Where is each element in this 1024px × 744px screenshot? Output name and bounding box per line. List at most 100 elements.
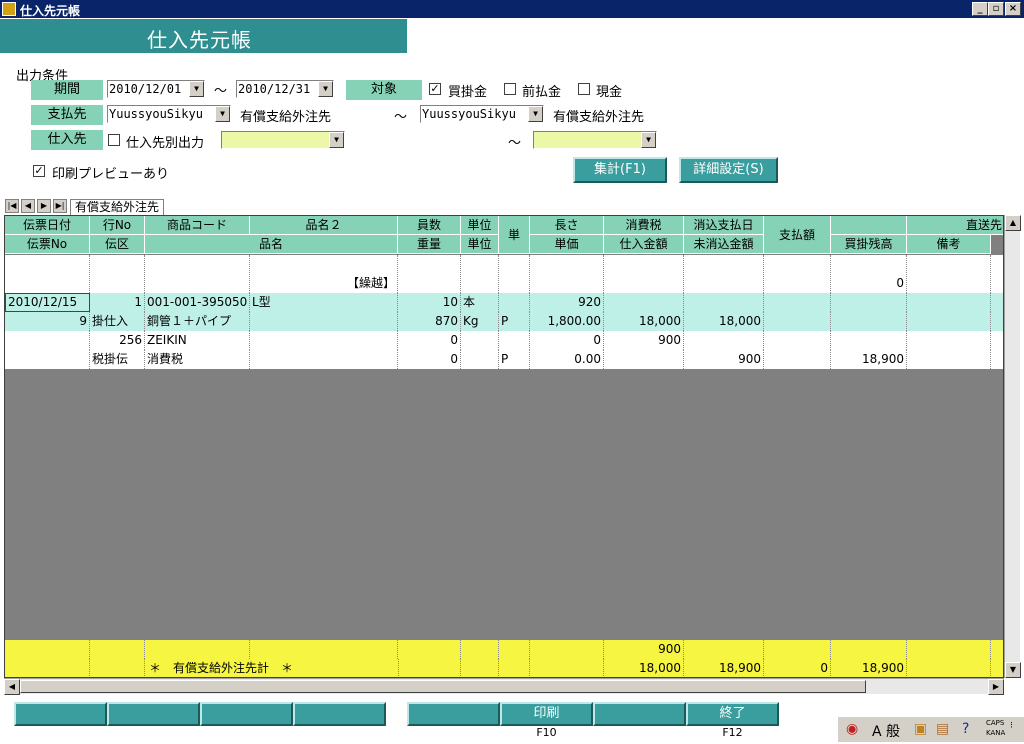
chevron-down-icon[interactable]: ▼	[189, 81, 204, 97]
col-header[interactable]: 消費税	[604, 216, 684, 235]
aggregate-button[interactable]: 集計(F1)	[573, 157, 667, 183]
row-date[interactable]: 2010/12/15	[5, 293, 90, 312]
tab-yuusyou[interactable]: 有償支給外注先	[70, 199, 165, 215]
row-price: 0.00	[530, 350, 604, 369]
table-row[interactable]: 税掛伝 消費税 0 P 0.00 900 18,900	[5, 350, 1003, 369]
payee-from-combo[interactable]: YuussyouSikyu ▼	[107, 105, 231, 123]
print-key-label: F10	[536, 726, 557, 739]
supplier-by-output-checkbox[interactable]	[108, 134, 120, 146]
col-header[interactable]: 員数	[398, 216, 461, 235]
total-tax: 900	[604, 640, 684, 659]
close-button[interactable]: ×	[1005, 2, 1021, 16]
row-amount: 18,000	[604, 312, 684, 331]
col-header[interactable]: 買掛残高	[831, 235, 907, 254]
row-uncleared: 18,000	[684, 312, 764, 331]
total-label: ＊ 有償支給外注先計 ＊	[149, 661, 294, 675]
fkey-7-button[interactable]	[593, 702, 686, 726]
chevron-down-icon[interactable]: ▼	[641, 132, 656, 148]
row-balance	[831, 312, 907, 331]
carry-over-balance: 0	[831, 255, 907, 293]
col-header[interactable]: 消込支払日	[684, 216, 764, 235]
exit-button[interactable]: 終了	[686, 702, 779, 726]
grid-header-row-1: 伝票日付 行No 商品コード 品名２ 員数 単位 単 長さ 消費税 消込支払日 …	[5, 216, 1003, 254]
row-date	[5, 331, 90, 350]
prev-tab-icon[interactable]: ◀	[21, 199, 35, 213]
fkey-2-button[interactable]	[107, 702, 200, 726]
carry-over-label: 【繰越】	[250, 255, 398, 293]
row-slip-type: 掛仕入	[90, 312, 145, 331]
period-to-combo[interactable]: 2010/12/31 ▼	[236, 80, 334, 98]
target-prepaid-checkbox[interactable]	[504, 83, 516, 95]
col-header[interactable]	[831, 216, 907, 235]
chevron-down-icon[interactable]: ▼	[215, 106, 230, 122]
row-code: 001-001-395050	[145, 293, 250, 312]
row-line-no: 1	[90, 293, 145, 312]
row-name: 銅管１＋パイプ	[145, 312, 250, 331]
col-header[interactable]: 長さ	[530, 216, 604, 235]
col-header[interactable]: 重量	[398, 235, 461, 254]
payee-tilde: ～	[394, 110, 408, 125]
grid-header-row-2: 伝票No 伝区 品名 重量 単位 単価 仕入金額 未消込金額 買掛残高 備考	[5, 235, 1003, 254]
col-header[interactable]: 伝票日付	[5, 216, 90, 235]
col-header[interactable]: 仕入金額	[604, 235, 684, 254]
supplier-from-combo[interactable]: ▼	[221, 131, 345, 149]
tray-options-icon[interactable]: ⁝	[1010, 721, 1013, 731]
col-header[interactable]: 行No	[90, 216, 145, 235]
chevron-down-icon[interactable]: ▼	[528, 106, 543, 122]
scroll-left-icon[interactable]: ◀	[4, 679, 20, 695]
ime-icon[interactable]: ◉	[846, 721, 858, 737]
payee-to-combo[interactable]: YuussyouSikyu ▼	[420, 105, 544, 123]
fkey-4-button[interactable]	[293, 702, 386, 726]
restore-button[interactable]: ▫	[988, 2, 1004, 16]
print-preview-checkbox[interactable]: ✓	[33, 165, 45, 177]
carry-over-row[interactable]: 【繰越】 0	[5, 255, 1003, 293]
payee-from-code: YuussyouSikyu	[109, 107, 203, 121]
col-header[interactable]: 伝区	[90, 235, 145, 254]
col-header[interactable]: 伝票No	[5, 235, 90, 254]
col-header[interactable]: 単価	[530, 235, 604, 254]
scroll-up-icon[interactable]: ▲	[1005, 215, 1021, 231]
row-tax: 900	[604, 331, 684, 350]
supplier-to-combo[interactable]: ▼	[533, 131, 657, 149]
fkey-1-button[interactable]	[14, 702, 107, 726]
tools-icon[interactable]: ▤	[936, 721, 949, 737]
row-line-no: 256	[90, 331, 145, 350]
print-button[interactable]: 印刷	[500, 702, 593, 726]
scroll-thumb[interactable]	[20, 680, 866, 693]
row-weight: 0	[398, 350, 461, 369]
row-unit1	[461, 331, 499, 350]
target-ap-checkbox[interactable]: ✓	[429, 83, 441, 95]
period-from-combo[interactable]: 2010/12/01 ▼	[107, 80, 205, 98]
col-header[interactable]: 商品コード	[145, 216, 250, 235]
next-tab-icon[interactable]: ▶	[37, 199, 51, 213]
col-header[interactable]: 単位	[461, 235, 499, 254]
last-tab-icon[interactable]: ▶|	[53, 199, 67, 213]
chevron-down-icon[interactable]: ▼	[329, 132, 344, 148]
row-balance: 18,900	[831, 350, 907, 369]
table-row[interactable]: 2010/12/15 1 001-001-395050 L型 10 本 920	[5, 293, 1003, 312]
fkey-5-button[interactable]	[407, 702, 500, 726]
scroll-down-icon[interactable]: ▼	[1005, 662, 1021, 678]
col-header[interactable]: 備考	[907, 235, 991, 254]
vertical-scrollbar[interactable]: ▲ ▼	[1004, 215, 1021, 678]
help-icon[interactable]: ?	[962, 721, 969, 737]
col-header[interactable]: 直送先	[907, 216, 1003, 235]
fkey-3-button[interactable]	[200, 702, 293, 726]
detail-settings-button[interactable]: 詳細設定(S)	[679, 157, 778, 183]
ime-mode[interactable]: A 般	[872, 721, 900, 741]
table-row[interactable]: 9 掛仕入 銅管１＋パイプ 870 Kg P 1,800.00 18,000 1…	[5, 312, 1003, 331]
row-slip-no: 9	[5, 312, 90, 331]
minimize-button[interactable]: _	[972, 2, 988, 16]
target-cash-checkbox[interactable]	[578, 83, 590, 95]
chevron-down-icon[interactable]: ▼	[318, 81, 333, 97]
col-header[interactable]: 単位	[461, 216, 499, 235]
col-header[interactable]: 未消込金額	[684, 235, 764, 254]
row-qty: 10	[398, 293, 461, 312]
horizontal-scrollbar[interactable]: ◀ ▶	[4, 678, 1004, 695]
col-header[interactable]: 品名	[145, 235, 398, 254]
dictionary-icon[interactable]: ▣	[914, 721, 927, 737]
scroll-right-icon[interactable]: ▶	[988, 679, 1004, 695]
first-tab-icon[interactable]: |◀	[5, 199, 19, 213]
table-row[interactable]: 256 ZEIKIN 0 0 900	[5, 331, 1003, 350]
col-header[interactable]: 品名２	[250, 216, 398, 235]
